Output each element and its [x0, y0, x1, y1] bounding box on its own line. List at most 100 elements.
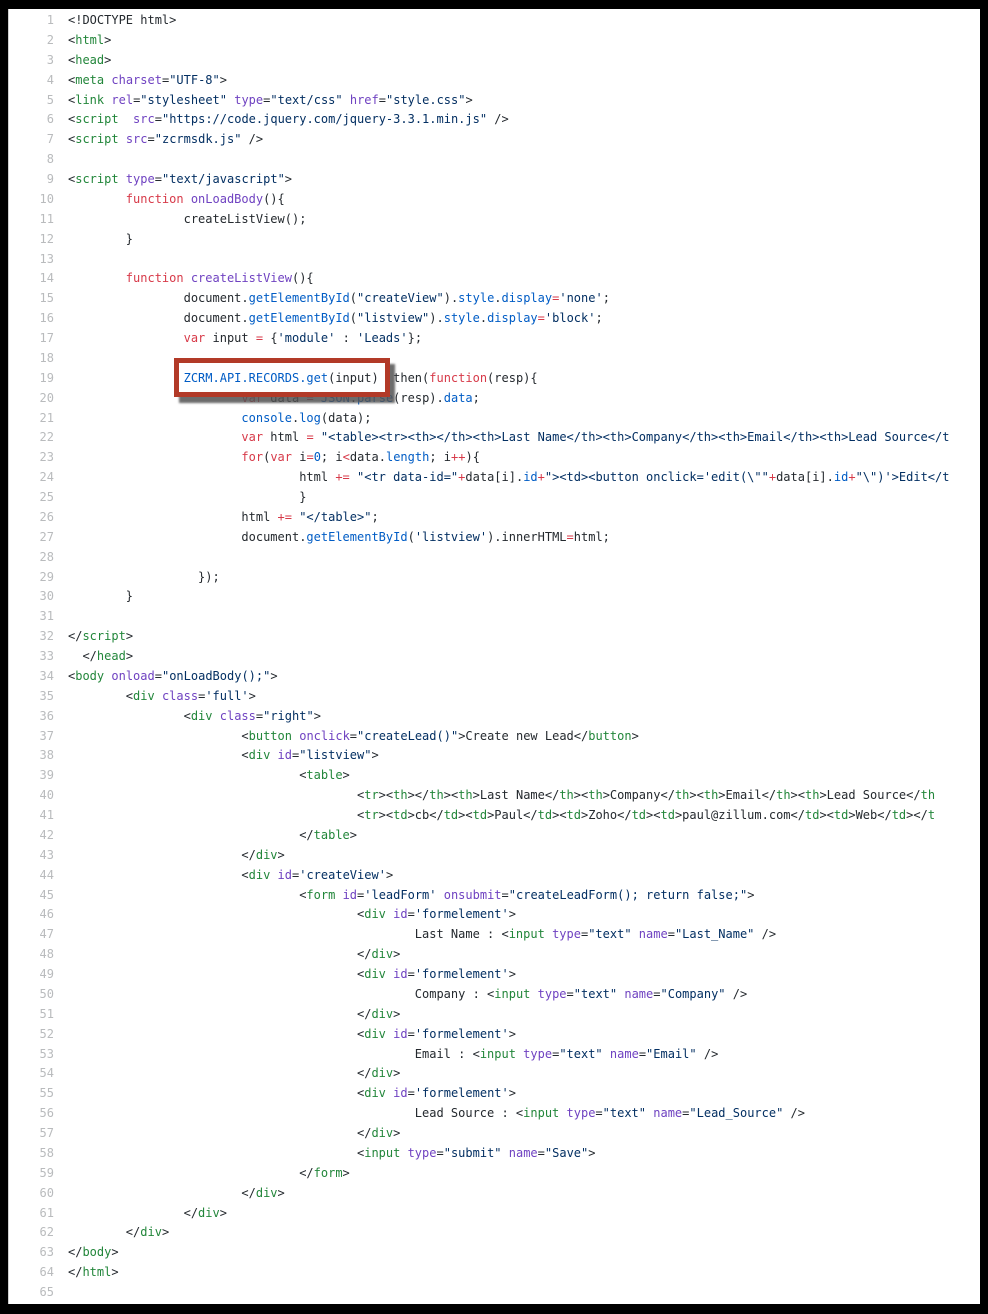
code-text: function onLoadBody(){ [68, 190, 285, 210]
code-line: 60 </div> [9, 1184, 980, 1204]
code-line: 38 <div id="listview"> [9, 746, 980, 766]
code-line: 9<script type="text/javascript"> [9, 170, 980, 190]
code-line: 46 <div id='formelement'> [9, 905, 980, 925]
code-text: Company : <input type="text" name="Compa… [68, 985, 747, 1005]
code-text: </head> [68, 647, 133, 667]
code-line: 26 html += "</table>"; [9, 508, 980, 528]
line-number: 24 [9, 468, 54, 488]
line-number: 57 [9, 1124, 54, 1144]
line-number: 65 [9, 1283, 54, 1303]
line-number: 61 [9, 1204, 54, 1224]
code-text: document.getElementById("listview").styl… [68, 309, 603, 329]
line-number: 35 [9, 687, 54, 707]
code-text: <div class='full'> [68, 687, 256, 707]
line-number: 12 [9, 230, 54, 250]
code-line: 31 [9, 607, 980, 627]
code-line: 18 [9, 349, 980, 369]
line-number: 56 [9, 1104, 54, 1124]
code-line: 65 [9, 1283, 980, 1303]
line-number: 55 [9, 1084, 54, 1104]
code-area[interactable]: 1<!DOCTYPE html>2<html>3<head>4<meta cha… [9, 9, 980, 1303]
code-text: <script src="zcrmsdk.js" /> [68, 130, 263, 150]
line-number: 54 [9, 1064, 54, 1084]
code-line: 56 Lead Source : <input type="text" name… [9, 1104, 980, 1124]
line-number: 43 [9, 846, 54, 866]
code-text: <div id='formelement'> [68, 1025, 516, 1045]
code-text: </body> [68, 1243, 119, 1263]
line-number: 38 [9, 746, 54, 766]
code-line: 44 <div id='createView'> [9, 866, 980, 886]
code-line: 36 <div class="right"> [9, 707, 980, 727]
line-number: 15 [9, 289, 54, 309]
line-number: 60 [9, 1184, 54, 1204]
code-text: console.log(data); [68, 409, 371, 429]
code-line: 10 function onLoadBody(){ [9, 190, 980, 210]
code-line: 2<html> [9, 31, 980, 51]
line-number: 37 [9, 727, 54, 747]
code-line: 61 </div> [9, 1204, 980, 1224]
line-number: 22 [9, 428, 54, 448]
line-number: 18 [9, 349, 54, 369]
code-line: 53 Email : <input type="text" name="Emai… [9, 1045, 980, 1065]
code-line: 15 document.getElementById("createView")… [9, 289, 980, 309]
code-text: <head> [68, 51, 111, 71]
code-text: <table> [68, 766, 350, 786]
code-text: for(var i=0; i<data.length; i++){ [68, 448, 480, 468]
line-number: 26 [9, 508, 54, 528]
line-number: 58 [9, 1144, 54, 1164]
code-text: </div> [68, 1064, 400, 1084]
line-number: 47 [9, 925, 54, 945]
line-number: 16 [9, 309, 54, 329]
line-number: 33 [9, 647, 54, 667]
line-number: 9 [9, 170, 54, 190]
code-text: var input = {'module' : 'Leads'}; [68, 329, 422, 349]
code-line: 50 Company : <input type="text" name="Co… [9, 985, 980, 1005]
code-line: 17 var input = {'module' : 'Leads'}; [9, 329, 980, 349]
line-number: 21 [9, 409, 54, 429]
line-number: 44 [9, 866, 54, 886]
code-line: 41 <tr><td>cb</td><td>Paul</td><td>Zoho<… [9, 806, 980, 826]
code-text: <div id='formelement'> [68, 965, 516, 985]
line-number: 8 [9, 150, 54, 170]
code-text: <div id='formelement'> [68, 1084, 516, 1104]
line-number: 46 [9, 905, 54, 925]
line-number: 3 [9, 51, 54, 71]
line-number: 32 [9, 627, 54, 647]
code-line: 51 </div> [9, 1005, 980, 1025]
code-text: html += "</table>"; [68, 508, 379, 528]
code-line: 40 <tr><th></th><th>Last Name</th><th>Co… [9, 786, 980, 806]
line-number: 25 [9, 488, 54, 508]
code-text: document.getElementById("createView").st… [68, 289, 610, 309]
line-number: 53 [9, 1045, 54, 1065]
line-number: 31 [9, 607, 54, 627]
code-text: </div> [68, 945, 400, 965]
code-text: <html> [68, 31, 111, 51]
code-line: 4<meta charset="UTF-8"> [9, 71, 980, 91]
code-text: } [68, 587, 133, 607]
code-line: 5<link rel="stylesheet" type="text/css" … [9, 91, 980, 111]
code-line: 63</body> [9, 1243, 980, 1263]
code-line: 8 [9, 150, 980, 170]
code-text: <div id='createView'> [68, 866, 393, 886]
line-number: 13 [9, 250, 54, 270]
code-line: 57 </div> [9, 1124, 980, 1144]
code-text: } [68, 230, 133, 250]
line-number: 30 [9, 587, 54, 607]
code-line: 45 <form id='leadForm' onsubmit="createL… [9, 886, 980, 906]
line-number: 36 [9, 707, 54, 727]
code-line: 19 ZCRM.API.RECORDS.get(input) then(func… [9, 369, 980, 389]
code-text: Lead Source : <input type="text" name="L… [68, 1104, 805, 1124]
code-text: Email : <input type="text" name="Email" … [68, 1045, 718, 1065]
code-text: <input type="submit" name="Save"> [68, 1144, 595, 1164]
line-number: 19 [9, 369, 54, 389]
line-number: 1 [9, 11, 54, 31]
code-text: </div> [68, 1005, 400, 1025]
code-line: 54 </div> [9, 1064, 980, 1084]
code-line: 27 document.getElementById('listview').i… [9, 528, 980, 548]
line-number: 4 [9, 71, 54, 91]
line-number: 34 [9, 667, 54, 687]
code-line: 59 </form> [9, 1164, 980, 1184]
code-text: document.getElementById('listview').inne… [68, 528, 610, 548]
line-number: 62 [9, 1223, 54, 1243]
code-line: 30 } [9, 587, 980, 607]
